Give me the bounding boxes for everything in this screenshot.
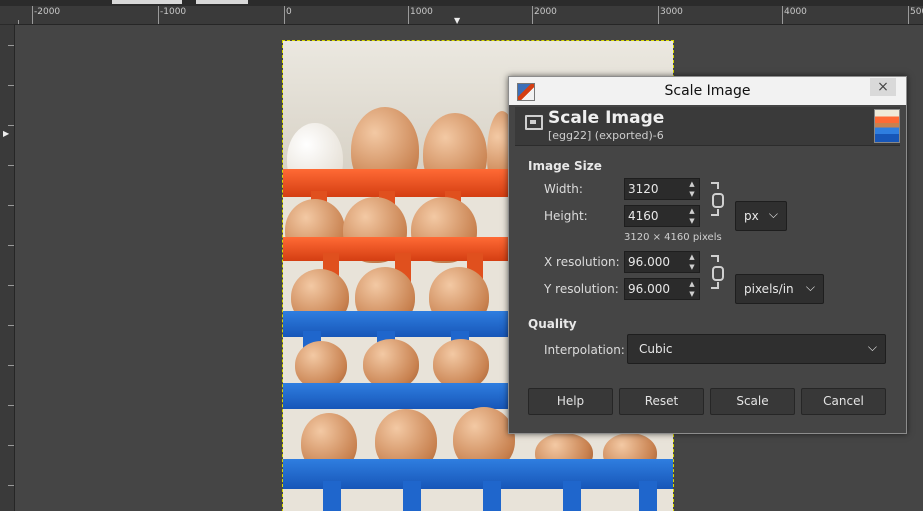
ruler-tick: [18, 20, 19, 24]
ruler-label: -1000: [160, 7, 187, 17]
scale-button[interactable]: Scale: [710, 388, 795, 415]
spin-arrows-icon[interactable]: ▲ ▼: [685, 179, 699, 199]
ruler-tick: [782, 6, 783, 24]
height-label: Height:: [544, 209, 588, 223]
ruler-tick: [8, 325, 14, 326]
interpolation-label: Interpolation:: [544, 343, 625, 357]
ruler-tick: [284, 6, 285, 24]
egg: [363, 339, 419, 389]
blue-tray-post: [483, 481, 501, 511]
image-size-section-label: Image Size: [528, 159, 602, 173]
ruler-tick: [8, 445, 14, 446]
interpolation-value: Cubic: [639, 342, 673, 356]
vertical-ruler[interactable]: ▶: [0, 25, 15, 511]
ruler-tick: [8, 365, 14, 366]
ruler-tick: [8, 125, 14, 126]
dialog-title: Scale Image: [664, 83, 751, 99]
width-input[interactable]: 3120 ▲ ▼: [624, 178, 700, 200]
egg: [433, 339, 489, 389]
help-button[interactable]: Help: [528, 388, 613, 415]
horizontal-ruler[interactable]: -2000 -1000 0 1000 2000 3000 4000 5000 ▼: [14, 6, 923, 25]
ruler-tick: [908, 6, 909, 24]
chevron-down-icon: ⌵: [768, 207, 778, 221]
ruler-tick: [8, 85, 14, 86]
width-value: 3120: [628, 182, 659, 196]
dialog-header: Scale Image [egg22] (exported)-6: [515, 107, 900, 146]
reset-button[interactable]: Reset: [619, 388, 704, 415]
width-label: Width:: [544, 182, 583, 196]
blue-tray-post: [403, 481, 421, 511]
interpolation-dropdown[interactable]: Cubic ⌵: [627, 334, 886, 364]
ruler-tick: [32, 6, 33, 24]
resolution-unit-dropdown[interactable]: pixels/in ⌵: [735, 274, 824, 304]
blue-tray-post: [563, 481, 581, 511]
size-unit-dropdown[interactable]: px ⌵: [735, 201, 787, 231]
ruler-label: 4000: [784, 7, 807, 17]
image-tab-2[interactable]: [196, 0, 248, 4]
chain-bracket: [717, 182, 719, 189]
ruler-tick: [8, 205, 14, 206]
ruler-label: -2000: [34, 7, 61, 17]
ruler-pointer-icon: ▼: [454, 16, 461, 25]
cancel-button[interactable]: Cancel: [801, 388, 886, 415]
ruler-tick: [8, 285, 14, 286]
y-resolution-input[interactable]: 96.000 ▲ ▼: [624, 278, 700, 300]
spin-arrows-icon[interactable]: ▲ ▼: [685, 206, 699, 226]
chain-bracket: [717, 255, 719, 262]
dialog-titlebar[interactable]: Scale Image ×: [509, 77, 906, 105]
chevron-down-icon: ⌵: [867, 340, 877, 354]
resolution-unit-value: pixels/in: [744, 282, 794, 296]
chain-bracket: [711, 287, 719, 289]
chain-link: [712, 266, 724, 281]
ruler-tick: [8, 485, 14, 486]
chevron-down-icon: ⌵: [805, 280, 815, 294]
quality-section-label: Quality: [528, 317, 577, 331]
pixel-size-info: 3120 × 4160 pixels: [624, 232, 722, 243]
ruler-tick: [658, 6, 659, 24]
ruler-label: 1000: [410, 7, 433, 17]
ruler-tick: [8, 405, 14, 406]
ruler-tick: [8, 45, 14, 46]
y-resolution-label: Y resolution:: [544, 282, 619, 296]
ruler-tick: [8, 245, 14, 246]
y-resolution-value: 96.000: [628, 282, 670, 296]
blue-tray-post: [323, 481, 341, 511]
egg: [295, 341, 347, 389]
height-input[interactable]: 4160 ▲ ▼: [624, 205, 700, 227]
ruler-label: 3000: [660, 7, 683, 17]
blue-tray: [283, 459, 673, 489]
ruler-tick: [408, 6, 409, 24]
header-subtitle: [egg22] (exported)-6: [548, 129, 664, 142]
blue-tray-post: [639, 481, 657, 511]
header-title: Scale Image: [548, 108, 665, 128]
chain-bracket: [711, 214, 719, 216]
chain-link-icon[interactable]: [711, 255, 724, 289]
spin-arrows-icon[interactable]: ▲ ▼: [685, 252, 699, 272]
scale-image-dialog: Scale Image × Scale Image [egg22] (expor…: [508, 76, 907, 434]
ruler-tick: [8, 165, 14, 166]
x-resolution-input[interactable]: 96.000 ▲ ▼: [624, 251, 700, 273]
ruler-tick: [532, 6, 533, 24]
blue-tray: [283, 383, 513, 409]
chain-link: [712, 193, 724, 208]
image-thumbnail: [874, 109, 900, 143]
ruler-tick: [158, 6, 159, 24]
x-resolution-label: X resolution:: [544, 255, 620, 269]
ruler-pointer-icon: ▶: [3, 129, 10, 138]
x-resolution-value: 96.000: [628, 255, 670, 269]
ruler-label: 2000: [534, 7, 557, 17]
ruler-corner[interactable]: [0, 6, 15, 25]
ruler-label: 0: [286, 7, 292, 17]
spin-arrows-icon[interactable]: ▲ ▼: [685, 279, 699, 299]
ruler-label: 5000: [910, 7, 923, 17]
close-icon[interactable]: ×: [870, 78, 896, 96]
height-value: 4160: [628, 209, 659, 223]
scale-image-icon: [525, 115, 543, 130]
image-tab-1[interactable]: [112, 0, 182, 4]
chain-link-icon[interactable]: [711, 182, 724, 216]
size-unit-value: px: [744, 209, 759, 223]
